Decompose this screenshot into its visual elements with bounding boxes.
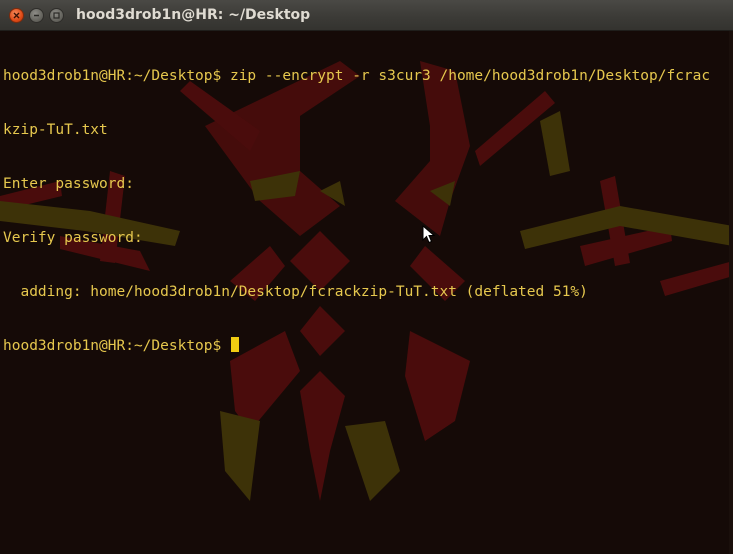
title-bar[interactable]: hood3drob1n@HR: ~/Desktop: [0, 0, 733, 31]
close-icon: [13, 12, 20, 19]
terminal-window: hood3drob1n@HR: ~/Desktop hood3drob1n@HR…: [0, 0, 733, 554]
minimize-button[interactable]: [29, 8, 44, 23]
minimize-icon: [34, 14, 39, 17]
command-line-wrap: kzip-TuT.txt: [3, 122, 108, 138]
terminal-area[interactable]: hood3drob1n@HR:~/Desktop$ zip --encrypt …: [0, 31, 733, 554]
window-title: hood3drob1n@HR: ~/Desktop: [76, 7, 311, 23]
command-line: hood3drob1n@HR:~/Desktop$ zip --encrypt …: [3, 68, 711, 84]
prompt-text: hood3drob1n@HR:~/Desktop$: [3, 338, 230, 354]
enter-password-prompt: Enter password:: [3, 176, 134, 192]
prompt-line[interactable]: hood3drob1n@HR:~/Desktop$: [3, 337, 731, 355]
mouse-pointer-icon: [422, 225, 436, 244]
terminal-output: hood3drob1n@HR:~/Desktop$ zip --encrypt …: [3, 31, 731, 391]
text-cursor: [230, 337, 239, 352]
close-button[interactable]: [9, 8, 24, 23]
maximize-button[interactable]: [49, 8, 64, 23]
maximize-icon: [53, 12, 60, 19]
verify-password-prompt: Verify password:: [3, 230, 143, 246]
adding-output: adding: home/hood3drob1n/Desktop/fcrackz…: [3, 284, 588, 300]
